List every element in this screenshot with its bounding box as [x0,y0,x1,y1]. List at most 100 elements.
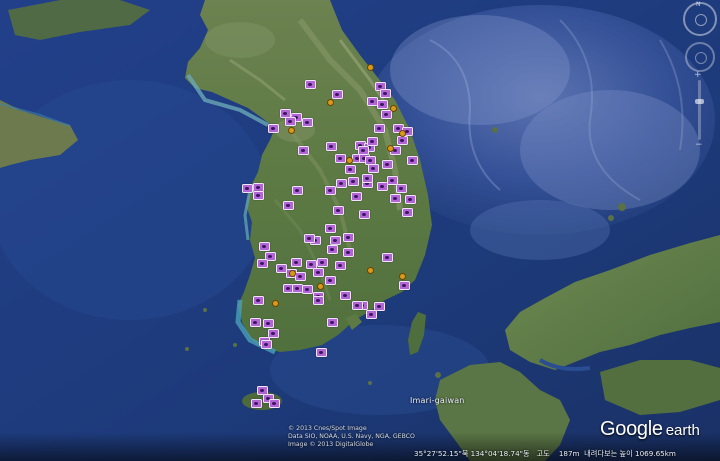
navigation-controls: N + − [683,1,719,152]
photo-marker-icon[interactable] [340,291,351,300]
place-pin-icon[interactable] [346,157,353,164]
photo-marker-icon[interactable] [326,142,337,151]
map-view[interactable]: Imari-gaiwan © 2013 Cnes/Spot Image Data… [0,0,720,461]
photo-marker-icon[interactable] [285,117,296,126]
photo-marker-icon[interactable] [348,177,359,186]
photo-marker-icon[interactable] [259,242,270,251]
imagery-credits: © 2013 Cnes/Spot Image Data SIO, NOAA, U… [288,425,415,449]
zoom-out-button[interactable]: − [695,141,703,150]
photo-marker-icon[interactable] [333,206,344,215]
photo-marker-icon[interactable] [351,192,362,201]
photo-marker-icon[interactable] [407,156,418,165]
photo-marker-icon[interactable] [399,281,410,290]
place-pin-icon[interactable] [288,127,295,134]
zoom-in-button[interactable]: + [694,71,702,80]
photo-marker-icon[interactable] [382,253,393,262]
photo-marker-icon[interactable] [402,208,413,217]
status-readout: 35°27'52.15"북 134°04'18.74"동 고도 187m 내려다… [414,449,676,459]
photo-marker-icon[interactable] [276,264,287,273]
photo-marker-icon[interactable] [263,319,274,328]
photo-marker-icon[interactable] [242,184,253,193]
photo-marker-icon[interactable] [367,137,378,146]
credit-line: © 2013 Cnes/Spot Image [288,425,367,432]
look-joystick-icon[interactable] [685,42,715,72]
photo-marker-icon[interactable] [380,89,391,98]
place-pin-icon[interactable] [399,273,406,280]
photo-marker-icon[interactable] [304,234,315,243]
photo-marker-icon[interactable] [325,276,336,285]
photo-marker-icon[interactable] [325,186,336,195]
photo-marker-icon[interactable] [292,186,303,195]
credit-line: Data SIO, NOAA, U.S. Navy, NGA, GEBCO [288,433,415,440]
photo-marker-icon[interactable] [298,146,309,155]
photo-marker-icon[interactable] [343,233,354,242]
photo-marker-icon[interactable] [253,296,264,305]
photo-marker-icon[interactable] [283,201,294,210]
photo-marker-icon[interactable] [359,210,370,219]
photo-marker-icon[interactable] [335,154,346,163]
photo-marker-icon[interactable] [358,146,369,155]
photo-marker-icon[interactable] [366,310,377,319]
photo-marker-icon[interactable] [397,136,408,145]
photo-marker-icon[interactable] [251,399,262,408]
google-earth-logo: Google earth [600,418,700,441]
coordinates-readout: 35°27'52.15"북 134°04'18.74"동 [414,449,530,458]
elevation-value: 187m [558,449,580,458]
photo-marker-icon[interactable] [302,118,313,127]
place-pin-icon[interactable] [327,99,334,106]
place-pin-icon[interactable] [399,130,406,137]
photo-marker-icon[interactable] [302,285,313,294]
north-indicator[interactable]: N [696,1,701,8]
place-pin-icon[interactable] [367,267,374,274]
photo-marker-icon[interactable] [374,124,385,133]
photo-marker-icon[interactable] [343,248,354,257]
place-pin-icon[interactable] [390,105,397,112]
photo-marker-icon[interactable] [268,124,279,133]
photo-marker-icon[interactable] [253,191,264,200]
photo-marker-icon[interactable] [332,90,343,99]
eye-altitude-label: 내려다보는 높이 [584,449,633,458]
photo-marker-icon[interactable] [405,195,416,204]
photo-marker-icon[interactable] [381,110,392,119]
elevation-label: 고도 [536,449,550,458]
zoom-slider[interactable] [695,80,704,140]
photo-marker-icon[interactable] [295,272,306,281]
photo-marker-icon[interactable] [291,258,302,267]
logo-earth: earth [665,422,700,439]
photo-marker-icon[interactable] [387,176,398,185]
photo-marker-icon[interactable] [313,296,324,305]
photo-marker-icon[interactable] [316,348,327,357]
place-pin-icon[interactable] [317,283,324,290]
logo-google: Google [600,418,663,440]
photo-marker-icon[interactable] [368,164,379,173]
photo-marker-icon[interactable] [382,160,393,169]
photo-marker-icon[interactable] [269,399,280,408]
photo-marker-icon[interactable] [390,194,401,203]
photo-marker-icon[interactable] [345,165,356,174]
place-label-imari-gaiwan: Imari-gaiwan [410,396,465,405]
photo-marker-icon[interactable] [305,80,316,89]
photo-marker-icon[interactable] [250,318,261,327]
zoom-slider-thumb[interactable] [695,99,704,104]
photo-marker-icon[interactable] [396,184,407,193]
photo-marker-icon[interactable] [257,259,268,268]
eye-altitude-value: 1069.65km [635,449,676,458]
photo-marker-icon[interactable] [261,340,272,349]
place-pin-icon[interactable] [387,145,394,152]
photo-marker-icon[interactable] [330,236,341,245]
photo-marker-icon[interactable] [317,258,328,267]
place-pin-icon[interactable] [272,300,279,307]
photo-marker-icon[interactable] [325,224,336,233]
satellite-map[interactable] [0,0,720,461]
photo-marker-icon[interactable] [352,301,363,310]
photo-marker-icon[interactable] [336,179,347,188]
photo-marker-icon[interactable] [335,261,346,270]
photo-marker-icon[interactable] [280,109,291,118]
photo-marker-icon[interactable] [362,174,373,183]
place-pin-icon[interactable] [367,64,374,71]
place-pin-icon[interactable] [289,270,296,277]
photo-marker-icon[interactable] [377,100,388,109]
photo-marker-icon[interactable] [327,318,338,327]
photo-marker-icon[interactable] [327,245,338,254]
photo-marker-icon[interactable] [313,268,324,277]
